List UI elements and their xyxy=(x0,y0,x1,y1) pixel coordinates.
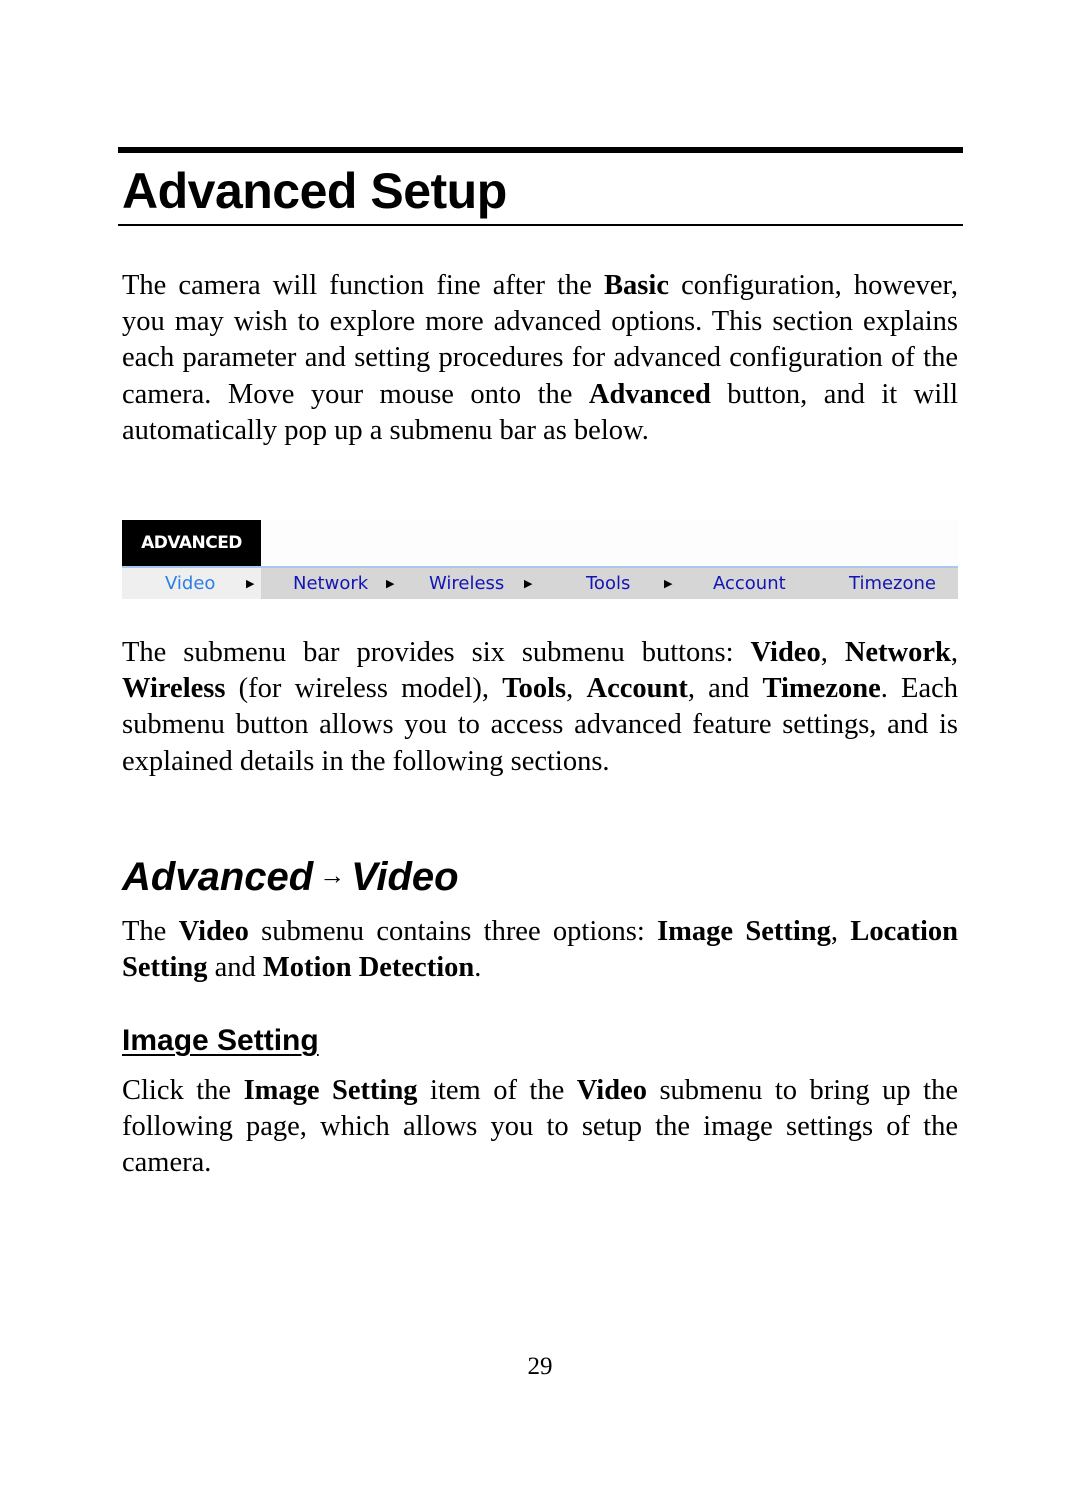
image-setting-paragraph: Click the Image Setting item of the Vide… xyxy=(122,1073,958,1182)
bold-term: Advanced xyxy=(588,378,711,410)
text-run: , and xyxy=(687,673,763,705)
text-run: (for wireless model), xyxy=(225,673,503,705)
intro-paragraph: The camera will function fine after the … xyxy=(122,268,958,449)
text-run: submenu contains three options: xyxy=(248,916,658,947)
page-title: Advanced Setup xyxy=(122,163,507,219)
submenu-description-paragraph: The submenu bar provides six submenu but… xyxy=(122,635,958,780)
text-run: Click the xyxy=(122,1075,244,1106)
bold-term: Video xyxy=(576,1075,647,1106)
submenu-item-label: Video xyxy=(165,573,216,594)
bold-term: Image Setting xyxy=(657,916,831,947)
section-title-left: Advanced xyxy=(122,855,314,899)
submenu-item-label: Account xyxy=(713,573,786,594)
submenu-item-network[interactable]: Network ▶ xyxy=(261,568,398,599)
submenu-bar: Video ▶ Network ▶ Wireless ▶ Tools ▶ Acc… xyxy=(122,566,958,599)
text-run: , xyxy=(566,673,587,705)
triangle-right-icon: ▶ xyxy=(664,577,673,590)
triangle-right-icon: ▶ xyxy=(246,577,255,590)
submenu-item-label: Wireless xyxy=(429,573,505,594)
bold-term: Network xyxy=(844,637,951,668)
heading-bottom-rule xyxy=(118,224,963,226)
heading-top-rule xyxy=(118,147,963,153)
arrow-right-icon: → xyxy=(319,860,346,890)
submenu-item-label: Tools xyxy=(586,573,631,594)
advanced-tab-button[interactable]: ADVANCED xyxy=(122,520,261,566)
submenu-item-wireless[interactable]: Wireless ▶ xyxy=(398,568,543,599)
text-run: The submenu bar provides six submenu but… xyxy=(122,637,751,668)
page-number: 29 xyxy=(527,1353,553,1380)
text-run: The xyxy=(122,916,179,947)
text-run: . xyxy=(474,952,482,984)
advanced-menu-screenshot: ADVANCED Video ▶ Network ▶ Wireless ▶ To… xyxy=(122,520,958,599)
submenu-item-timezone[interactable]: Timezone xyxy=(811,568,958,599)
bold-term: Motion Detection xyxy=(262,952,475,984)
bold-term: Wireless xyxy=(122,673,226,705)
text-run: , xyxy=(950,637,958,668)
text-run: The camera will function fine after the xyxy=(122,270,605,301)
bold-term: Image Setting xyxy=(243,1075,418,1106)
submenu-item-label: Timezone xyxy=(849,573,936,594)
bold-term: Timezone xyxy=(762,673,881,705)
submenu-item-account[interactable]: Account xyxy=(676,568,811,599)
subsection-title: Image Setting xyxy=(122,1024,319,1057)
bold-term: Account xyxy=(586,673,688,705)
submenu-item-video[interactable]: Video ▶ xyxy=(122,568,261,599)
text-run: item of the xyxy=(417,1075,577,1106)
text-run: and xyxy=(207,952,263,984)
submenu-item-label: Network xyxy=(293,573,369,594)
submenu-item-tools[interactable]: Tools ▶ xyxy=(543,568,676,599)
text-run: , xyxy=(830,916,851,947)
triangle-right-icon: ▶ xyxy=(386,577,395,590)
bold-term: Video xyxy=(178,916,249,947)
video-submenu-paragraph: The Video submenu contains three options… xyxy=(122,914,958,986)
text-run: , xyxy=(820,637,845,668)
bold-term: Basic xyxy=(604,270,669,301)
bold-term: Video xyxy=(750,637,821,668)
triangle-right-icon: ▶ xyxy=(524,577,533,590)
bold-term: Tools xyxy=(502,673,567,705)
section-title: Advanced → Video xyxy=(122,848,459,904)
section-title-right: Video xyxy=(351,855,459,899)
